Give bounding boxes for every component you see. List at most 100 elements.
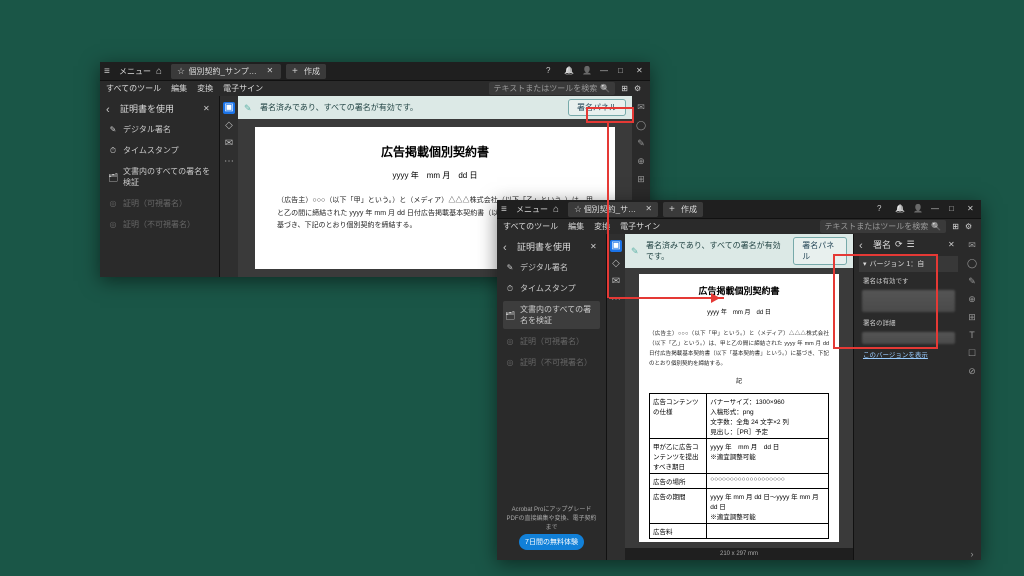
sig-valid: 署名は有効です [859,272,958,288]
panel-tool-icon[interactable]: ▣ [223,102,235,114]
search-box[interactable]: テキストまたはツールを検索 [489,82,616,95]
sidebar-item-verify-all[interactable]: 🗂文書内のすべての署名を検証 [503,301,600,329]
rtool-6[interactable]: T [967,330,978,341]
sig-version[interactable]: ▾バージョン 1：自 [859,256,958,272]
bell-icon[interactable] [895,204,905,214]
gear-icon[interactable] [965,222,975,232]
rtool-5[interactable]: ⊞ [967,312,978,323]
back-icon[interactable] [859,240,869,250]
close-sig-panel-icon[interactable] [948,240,958,250]
minimize-icon[interactable] [600,66,610,76]
sig-sort-icon[interactable]: ☰ [907,239,915,250]
more-tool-icon[interactable]: ⋯ [223,156,235,168]
back-icon[interactable] [503,242,513,252]
sidebar-item-verify-all[interactable]: 🗂文書内のすべての署名を検証 [106,163,213,191]
pdf-page: 広告掲載個別契約書 yyyy 年 mm 月 dd 日 （広告主）○○○（以下「甲… [639,274,839,542]
close-sidebar-icon[interactable] [203,104,213,114]
signature-panel-button[interactable]: 署名パネル [568,99,626,116]
back-icon[interactable] [106,104,116,114]
plus-icon [292,66,302,76]
tab-title: 個別契約_サンプル1-2… [584,204,643,215]
close-window-icon[interactable] [636,66,646,76]
rtool-5[interactable]: ⊞ [636,174,647,185]
maximize-icon[interactable] [618,66,628,76]
create-button[interactable]: 作成 [663,202,703,217]
clock-icon: ⏱ [108,146,118,156]
badge-icon: ◎ [505,337,515,346]
folder-icon: 🗂 [108,173,118,182]
pen-icon: ✎ [505,263,515,272]
menu-icon[interactable] [104,66,114,76]
menu-label[interactable]: メニュー [119,66,151,77]
sidebar-item-cert-visible: ◎証明（可視署名） [106,195,213,212]
menu-all[interactable]: すべてのツール [106,83,161,94]
sidebar-item-timestamp[interactable]: ⏱タイムスタンプ [106,142,213,159]
document-tab[interactable]: 個別契約_サンプル1-2… [171,64,281,79]
rtool-4[interactable]: ⊕ [967,294,978,305]
menu-label[interactable]: メニュー [516,204,548,215]
trial-button[interactable]: 7日間の無料体験 [519,534,584,550]
sidebar-header: 証明書を使用 [106,100,213,117]
rtool-2[interactable]: ◯ [636,120,647,131]
menu-convert[interactable]: 変換 [197,83,213,94]
search-box[interactable]: テキストまたはツールを検索 [820,220,947,233]
rtool-8[interactable]: ⊘ [967,366,978,377]
search-placeholder: テキストまたはツールを検索 [825,221,929,232]
doc-para: （広告主）○○○（以下「甲」という。）と（メディア）△△△株式会社（以下「乙」と… [649,330,829,370]
minimize-icon[interactable] [931,204,941,214]
rtool-3[interactable]: ✎ [967,276,978,287]
user-icon[interactable] [913,204,923,214]
rtool-7[interactable]: ☐ [967,348,978,359]
upgrade-promo: Acrobat Proにアップグレード PDFの直接編集や変換、電子契約まで 7… [503,498,600,556]
create-button[interactable]: 作成 [286,64,326,79]
rtool-2[interactable]: ◯ [967,258,978,269]
menu-icon[interactable] [501,204,511,214]
rtool-collapse[interactable]: › [967,549,978,560]
comment-tool-icon[interactable]: ✉ [223,138,235,150]
find-icon[interactable]: ⊞ [621,84,628,93]
help-icon[interactable]: ? [877,204,887,214]
sig-blur-2 [862,332,955,344]
panel-tool-icon[interactable]: ▣ [610,240,622,252]
sidebar-item-timestamp[interactable]: ⏱タイムスタンプ [503,280,600,297]
contract-table: 広告コンテンツの仕様バナーサイズ：1300×960 入稿形式：png 文字数：全… [649,393,829,539]
find-icon[interactable]: ⊞ [952,222,959,231]
menu-esign[interactable]: 電子サイン [223,83,263,94]
sidebar-item-digital-sign[interactable]: ✎デジタル署名 [503,259,600,276]
home-icon[interactable] [553,204,563,214]
rtool-3[interactable]: ✎ [636,138,647,149]
search-icon [931,222,941,232]
signature-panel-button[interactable]: 署名パネル [793,237,847,265]
maximize-icon[interactable] [949,204,959,214]
close-window-icon[interactable] [967,204,977,214]
badge-icon: ◎ [505,358,515,367]
bookmark-tool-icon[interactable]: ◇ [610,258,622,270]
user-icon[interactable] [582,66,592,76]
arrow-drop [607,122,609,298]
bookmark-tool-icon[interactable]: ◇ [223,120,235,132]
menu-edit[interactable]: 編集 [568,221,584,232]
rtool-4[interactable]: ⊕ [636,156,647,167]
help-icon[interactable]: ? [546,66,556,76]
sig-details-label: 署名の詳細 [859,314,958,330]
menu-all[interactable]: すべてのツール [503,221,558,232]
rtool-1[interactable]: ✉ [636,102,647,113]
rtool-1[interactable]: ✉ [967,240,978,251]
home-icon[interactable] [156,66,166,76]
document-tab[interactable]: 個別契約_サンプル1-2… [568,202,658,217]
sidebar: 証明書を使用 ✎デジタル署名 ⏱タイムスタンプ 🗂文書内のすべての署名を検証 ◎… [497,234,607,560]
sig-refresh-icon[interactable]: ⟳ [895,239,903,250]
close-tab-icon[interactable] [645,204,652,214]
menu-edit[interactable]: 編集 [171,83,187,94]
bell-icon[interactable] [564,66,574,76]
comment-tool-icon[interactable]: ✉ [610,276,622,288]
sidebar-item-cert-invisible: ◎証明（不可視署名） [503,354,600,371]
right-tool-column: ✉ ◯ ✎ ⊕ ⊞ T ☐ ⊘ › [963,234,981,560]
close-sidebar-icon[interactable] [590,242,600,252]
sidebar-item-digital-sign[interactable]: ✎デジタル署名 [106,121,213,138]
menu-esign[interactable]: 電子サイン [620,221,660,232]
close-tab-icon[interactable] [266,66,275,76]
sig-show-version-link[interactable]: このバージョンを表示 [859,346,958,362]
more-tool-icon[interactable]: ⋯ [610,294,622,306]
gear-icon[interactable] [634,84,644,94]
